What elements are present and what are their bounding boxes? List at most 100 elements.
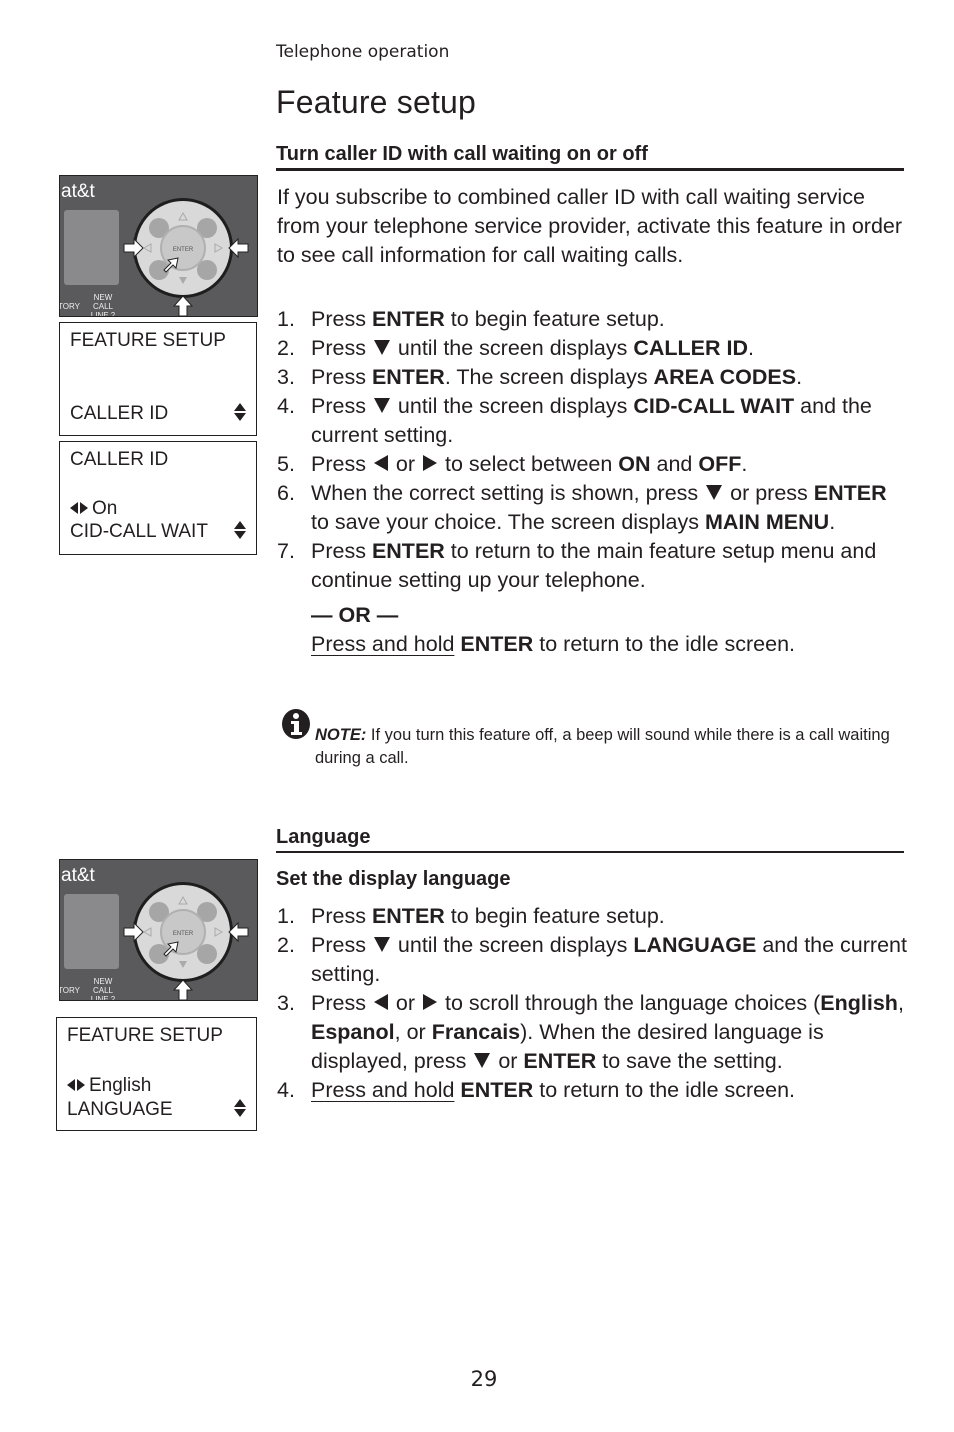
step-item: 2. Press until the screen displays CALLER…	[277, 334, 909, 363]
down-arrow-icon	[373, 936, 390, 952]
step-item: 1. Press ENTER to begin feature setup.	[277, 305, 909, 334]
left-arrow-icon	[373, 994, 388, 1011]
step-text: to return to the idle screen.	[533, 632, 796, 656]
lcd-screen-language: FEATURE SETUP English LANGUAGE	[56, 1017, 257, 1131]
section-heading-language: Language	[276, 826, 904, 853]
step-number: 7.	[277, 539, 295, 563]
step-number: 1.	[277, 904, 295, 928]
step-number: 4.	[277, 394, 295, 418]
screen-line-2: On	[70, 498, 117, 520]
step-item: 3. Press or to scroll through the languag…	[277, 989, 909, 1076]
key-label: Espanol	[311, 1020, 395, 1044]
up-down-arrow-icon	[234, 521, 246, 539]
key-label: ENTER	[813, 481, 887, 505]
step-body: Press ENTER. The screen displays AREA CO…	[311, 363, 909, 392]
step-number: 5.	[277, 452, 295, 476]
step-item: 3. Press ENTER. The screen displays AREA …	[277, 363, 909, 392]
page-number: 29	[470, 1367, 498, 1391]
step-body: Press and hold ENTER to return to the id…	[311, 1076, 909, 1105]
up-down-arrow-icon	[234, 1099, 246, 1117]
step-text: until the screen displays	[391, 336, 634, 360]
step-body: Press ENTER to begin feature setup.	[311, 902, 909, 931]
step-text: . The screen displays	[444, 365, 654, 389]
up-down-arrow-icon	[234, 403, 246, 421]
step-number: 3.	[277, 365, 295, 389]
caller-id-steps: 1. Press ENTER to begin feature setup. 2. P…	[277, 305, 909, 659]
lcd-screen-feature-setup: FEATURE SETUP CALLER ID	[59, 322, 257, 436]
step-text: to save the setting.	[596, 1049, 783, 1073]
step-body: Press until the screen displays CALLER I…	[311, 334, 909, 363]
down-arrow-icon	[474, 1052, 491, 1068]
running-head: Telephone operation	[276, 42, 450, 62]
page-title: Feature setup	[276, 84, 477, 120]
nav-key-diagram: ENTER	[123, 882, 249, 1000]
key-label: ENTER	[460, 632, 534, 656]
step-text: Press	[311, 904, 372, 928]
step-text: ,	[897, 991, 904, 1015]
key-label: LANGUAGE	[633, 933, 757, 957]
subheading-display-language: Set the display language	[276, 868, 511, 890]
step-text: until the screen displays	[391, 933, 634, 957]
svg-text:ENTER: ENTER	[173, 931, 194, 937]
screen-line-3: CID-CALL WAIT	[70, 521, 208, 542]
screen-line-1: FEATURE SETUP	[70, 330, 226, 351]
step-text: to return to the idle screen.	[533, 1078, 796, 1102]
down-arrow-icon	[373, 339, 390, 355]
step-text: or press	[724, 481, 814, 505]
step-text: .	[748, 336, 754, 360]
step-text: Press	[311, 365, 372, 389]
key-label: ENTER	[371, 307, 445, 331]
key-label: MAIN MENU	[704, 510, 830, 534]
section-heading-caller-id: Turn caller ID with call waiting on or o…	[276, 143, 904, 171]
step-body: Press until the screen displays LANGUAGE…	[311, 931, 909, 989]
step-text: .	[829, 510, 836, 534]
or-separator: — OR —	[311, 603, 399, 627]
step-item: 2. Press until the screen displays LANGUA…	[277, 931, 909, 989]
phone-keypad-illustration: at&t TORY NEW CALL LINE 2 ENTER	[59, 859, 258, 1001]
step-text: Press and hold	[311, 632, 455, 656]
step-item: 6. When the correct setting is shown, pre…	[277, 479, 909, 537]
step-number: 2.	[277, 336, 295, 360]
screen-line-1: CALLER ID	[70, 449, 169, 470]
screen-line-2: English	[67, 1075, 151, 1097]
step-number: 1.	[277, 307, 295, 331]
lcd-screen-caller-id: CALLER ID On CID-CALL WAIT	[59, 441, 257, 555]
step-number: 6.	[277, 481, 295, 505]
key-label: English	[820, 991, 898, 1015]
step-text: to select between	[439, 452, 619, 476]
key-label: AREA CODES	[653, 365, 797, 389]
left-right-arrow-icon	[67, 1079, 85, 1091]
step-number: 3.	[277, 991, 295, 1015]
step-body: Press ENTER to return to the main featur…	[311, 537, 909, 595]
intro-paragraph: If you subscribe to combined caller ID w…	[277, 185, 903, 267]
step-text: , or	[394, 1020, 432, 1044]
step-body: When the correct setting is shown, press…	[311, 479, 909, 537]
screen-line-2: CALLER ID	[70, 403, 169, 424]
svg-text:ENTER: ENTER	[173, 247, 194, 253]
step-text: Press	[311, 452, 372, 476]
right-arrow-icon	[423, 455, 438, 472]
left-right-arrow-icon	[70, 502, 88, 514]
screen-line-3: LANGUAGE	[67, 1099, 173, 1120]
step-text: Press	[311, 394, 372, 418]
key-label: ENTER	[371, 904, 445, 928]
left-arrow-icon	[373, 455, 388, 472]
step-text: to begin feature setup.	[444, 904, 665, 928]
key-label: ENTER	[371, 365, 445, 389]
step-number: 4.	[277, 1078, 295, 1102]
screen-value: English	[89, 1075, 152, 1096]
key-label: CID-CALL WAIT	[633, 394, 795, 418]
note: NOTE: If you turn this feature off, a be…	[281, 708, 906, 770]
step-text: until the screen displays	[391, 394, 634, 418]
note-label: NOTE:	[315, 726, 367, 744]
step-number: 2.	[277, 933, 295, 957]
step-text: to begin feature setup.	[444, 307, 665, 331]
screen-line-1: FEATURE SETUP	[67, 1025, 223, 1046]
key-label: ENTER	[460, 1078, 534, 1102]
note-text: NOTE: If you turn this feature off, a be…	[281, 724, 906, 770]
step-text: to save your choice. The screen displays	[311, 510, 705, 534]
step-body: Press or to scroll through the language …	[311, 989, 909, 1076]
step-body: Press until the screen displays CID-CALL…	[311, 392, 909, 450]
step-body: Press or to select between ON and OFF.	[311, 450, 909, 479]
step-body: Press ENTER to begin feature setup.	[311, 305, 909, 334]
